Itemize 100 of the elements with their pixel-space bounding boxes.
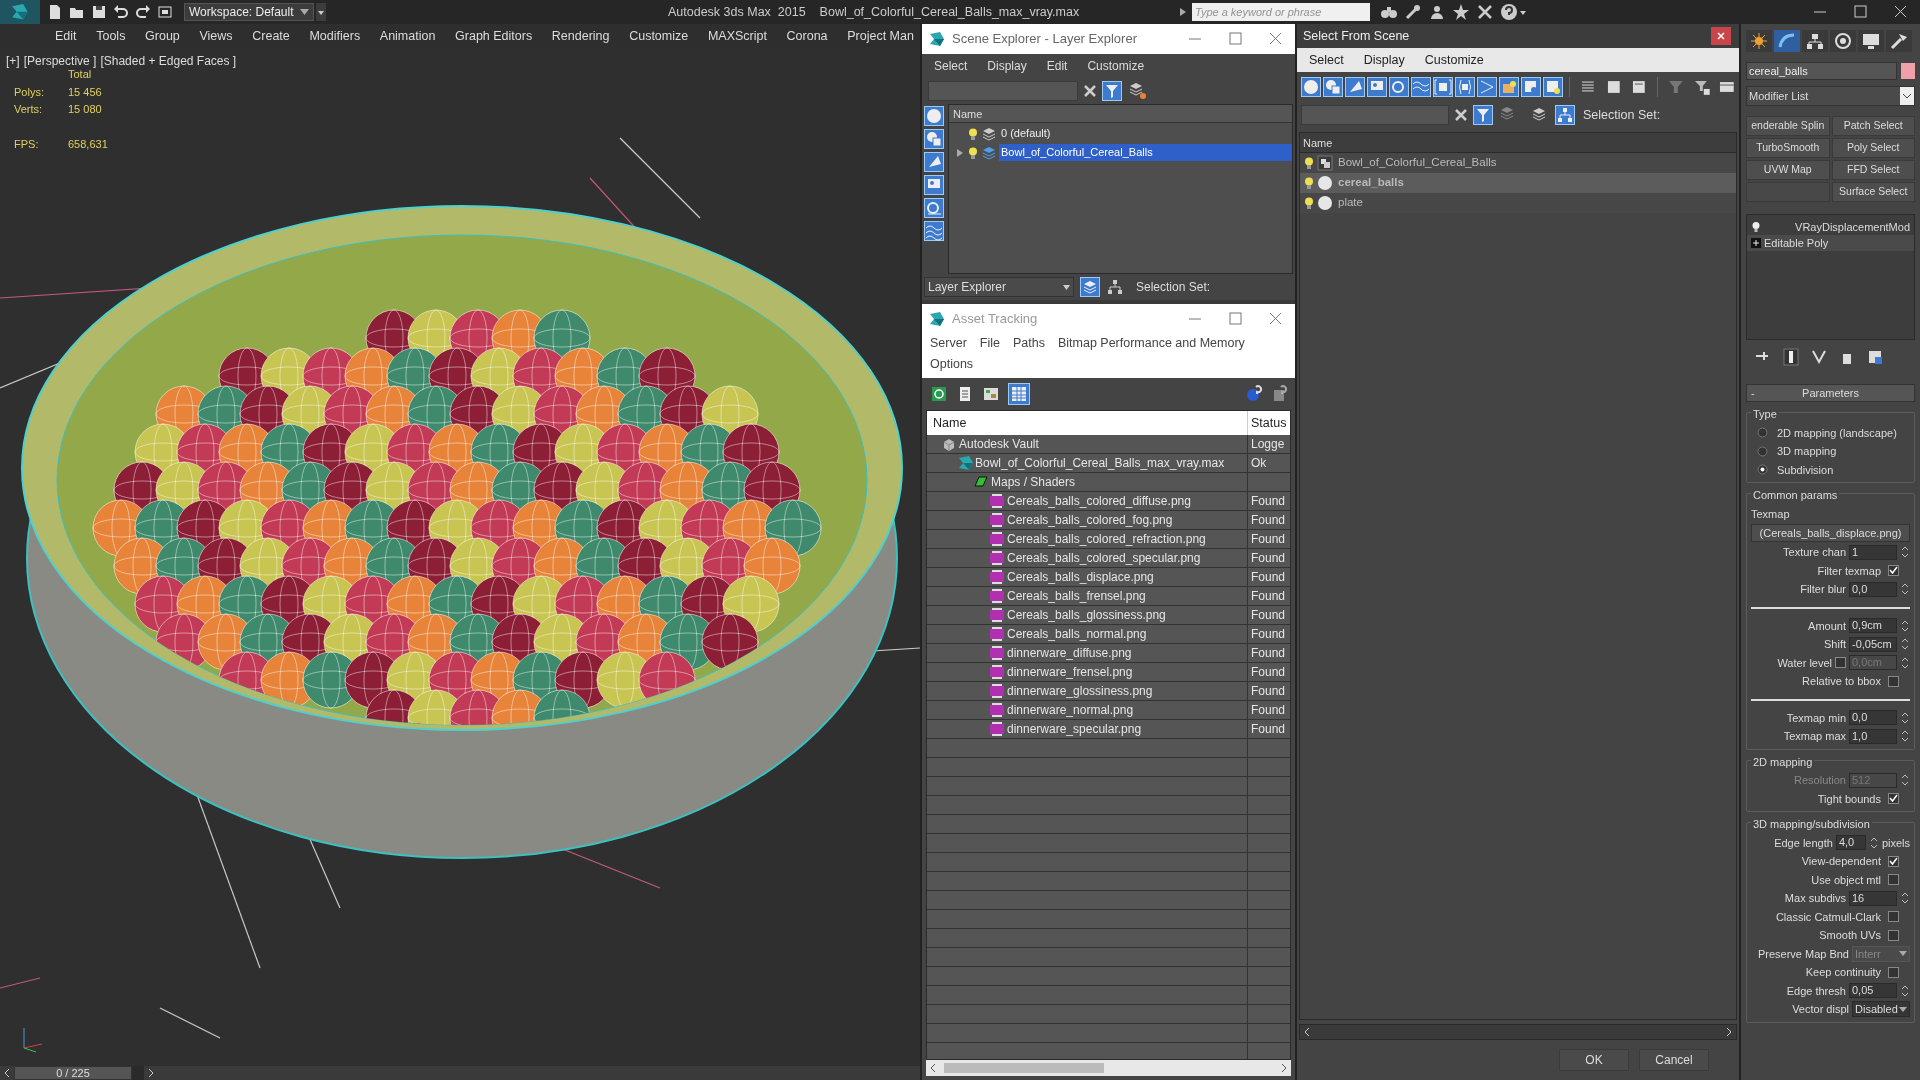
xref-filter-icon[interactable] xyxy=(1455,77,1475,97)
redo-icon[interactable] xyxy=(134,3,152,21)
camera-filter-icon[interactable] xyxy=(924,175,944,195)
refresh-icon[interactable] xyxy=(930,384,948,403)
spinner-arrows-icon[interactable] xyxy=(1868,835,1879,850)
asset-name[interactable]: Bowl_of_Colorful_Cereal_Balls_max_vray.max xyxy=(975,453,1225,472)
collapse-toggle[interactable]: - xyxy=(1751,384,1763,402)
hidden-filter-icon[interactable] xyxy=(1543,77,1563,97)
menu-item[interactable]: Corona xyxy=(786,26,828,46)
helper-filter-icon[interactable] xyxy=(924,198,944,218)
display-tab-icon[interactable] xyxy=(1858,30,1884,52)
light-filter-icon[interactable] xyxy=(1345,77,1365,97)
spacewarp-filter-icon[interactable] xyxy=(924,221,944,241)
texmap-button[interactable]: (Cereals_balls_displace.png) xyxy=(1751,524,1910,542)
light-bulb-icon[interactable] xyxy=(1303,196,1315,210)
modifier-list-dropdown[interactable]: Modifier List xyxy=(1746,86,1915,106)
rollout-header[interactable]: - Parameters xyxy=(1746,384,1915,402)
asset-name[interactable]: Autodesk Vault xyxy=(959,434,1039,453)
geometry-filter-icon[interactable] xyxy=(924,106,944,126)
layer-add-icon[interactable] xyxy=(1128,81,1148,101)
search-field[interactable]: Type a keyword or phrase xyxy=(1192,3,1370,21)
value-field[interactable]: 0,0 xyxy=(1849,710,1897,726)
checkbox[interactable] xyxy=(1888,929,1899,941)
frozen-filter-icon[interactable] xyxy=(1521,77,1541,97)
menu-item[interactable]: Customize xyxy=(629,26,689,46)
table-view-icon[interactable] xyxy=(1008,382,1030,405)
modifier-button[interactable]: enderable Splin xyxy=(1746,116,1830,136)
ok-button[interactable]: OK xyxy=(1559,1049,1629,1071)
show-end-result-icon[interactable] xyxy=(1782,348,1800,366)
menu-item[interactable]: Views xyxy=(199,26,233,46)
asset-name[interactable]: dinnerware_glossiness.png xyxy=(1007,681,1153,700)
search-field[interactable] xyxy=(1301,105,1449,125)
menu-item[interactable]: Edit xyxy=(1046,57,1068,75)
menu-item[interactable]: Display xyxy=(1363,50,1405,70)
asset-name[interactable]: Cereals_balls_colored_specular.png xyxy=(1007,548,1201,567)
menu-item[interactable]: Paths xyxy=(1013,334,1045,353)
workspace-dropdown[interactable]: Workspace: Default xyxy=(184,3,314,21)
light-bulb-icon[interactable] xyxy=(967,126,979,141)
utilities-tab-icon[interactable] xyxy=(1886,30,1912,52)
modifier-button[interactable]: Surface Select xyxy=(1831,182,1915,202)
camera-filter-icon[interactable] xyxy=(1367,77,1387,97)
menu-item[interactable]: MAXScript xyxy=(707,26,767,46)
horizontal-scrollbar[interactable] xyxy=(926,1060,1291,1076)
menu-item[interactable]: Display xyxy=(987,57,1027,75)
menu-item[interactable]: Project Man xyxy=(847,26,914,46)
menu-item[interactable]: Select xyxy=(934,57,968,75)
radio-button[interactable] xyxy=(1757,445,1768,457)
value-field[interactable]: 4,0 xyxy=(1835,835,1866,851)
light-bulb-icon[interactable] xyxy=(967,145,979,160)
spinner-arrows-icon[interactable] xyxy=(1900,618,1910,633)
column-header[interactable]: Name xyxy=(949,105,1292,123)
exchange-icon[interactable] xyxy=(1476,3,1494,21)
asset-name[interactable]: dinnerware_diffuse.png xyxy=(1007,643,1132,662)
app-logo-icon[interactable] xyxy=(0,0,40,24)
menu-item[interactable]: Animation xyxy=(379,26,436,46)
menu-item[interactable]: Customize xyxy=(1424,50,1484,70)
layer-name[interactable]: Bowl_of_Colorful_Cereal_Balls xyxy=(999,144,1292,161)
spinner-arrows-icon[interactable] xyxy=(1900,710,1910,725)
undo-icon[interactable] xyxy=(112,3,130,21)
value-field[interactable]: 0,9cm xyxy=(1849,618,1897,634)
menu-item[interactable]: Tools xyxy=(96,26,126,46)
clear-icon[interactable] xyxy=(1084,85,1096,97)
viewport-label[interactable]: [Shaded + Edged Faces ] xyxy=(100,52,237,70)
modifier-button[interactable]: Poly Select xyxy=(1831,138,1915,158)
filter-options-icon[interactable] xyxy=(1692,78,1711,96)
close-button[interactable] xyxy=(1711,27,1731,45)
horizontal-scrollbar[interactable] xyxy=(1299,1024,1737,1040)
asset-name[interactable]: Cereals_balls_glossiness.png xyxy=(1007,605,1166,624)
help-icon[interactable] xyxy=(1245,384,1263,403)
save-icon[interactable] xyxy=(90,3,108,21)
light-bulb-icon[interactable] xyxy=(1303,156,1315,170)
column-header[interactable]: Name xyxy=(927,410,1248,435)
project-folder-icon[interactable] xyxy=(156,3,174,21)
value-field[interactable]: 1 xyxy=(1849,544,1897,560)
expand-plus-icon[interactable] xyxy=(1751,238,1761,248)
viewport-label[interactable]: [Perspective ] xyxy=(23,52,97,70)
stack-entry[interactable]: VRayDisplacementMod xyxy=(1795,218,1914,236)
expand-arrow-icon[interactable] xyxy=(955,147,965,158)
checkbox[interactable] xyxy=(1888,675,1899,687)
hierarchy-icon[interactable] xyxy=(1555,105,1575,125)
configure-sets-icon[interactable] xyxy=(1866,348,1884,366)
modifier-button[interactable]: UVW Map xyxy=(1746,160,1830,180)
spinner-arrows-icon[interactable] xyxy=(1900,545,1910,560)
value-field[interactable]: 0,05 xyxy=(1849,983,1897,999)
create-tab-icon[interactable] xyxy=(1746,30,1772,52)
spinner-arrows-icon[interactable] xyxy=(1900,983,1910,998)
menu-item[interactable]: Customize xyxy=(1087,57,1145,75)
dropdown[interactable]: Disabled xyxy=(1852,1001,1910,1018)
menu-item[interactable]: Modifiers xyxy=(309,26,361,46)
group-filter-icon[interactable] xyxy=(1433,77,1453,97)
asset-name[interactable]: dinnerware_frensel.png xyxy=(1007,662,1133,681)
light-bulb-icon[interactable] xyxy=(1751,221,1761,233)
menu-item[interactable]: Rendering xyxy=(551,26,610,46)
filter-icon[interactable] xyxy=(1102,81,1122,101)
asset-name[interactable]: Cereals_balls_displace.png xyxy=(1007,567,1154,586)
checkbox[interactable] xyxy=(1888,793,1899,805)
help-icon[interactable] xyxy=(1500,3,1518,21)
value-field[interactable]: -0,05cm xyxy=(1849,636,1897,652)
spinner-arrows-icon[interactable] xyxy=(1900,655,1910,670)
geometry-filter-icon[interactable] xyxy=(1301,77,1321,97)
